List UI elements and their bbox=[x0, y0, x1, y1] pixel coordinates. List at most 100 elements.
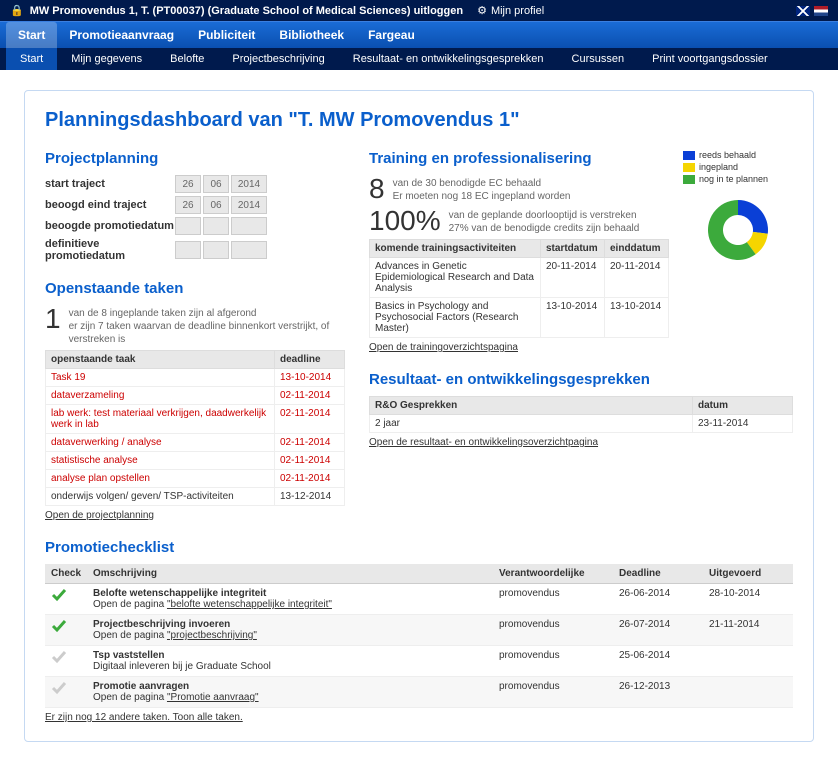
table-row[interactable]: Task 1913-10-2014 bbox=[46, 369, 345, 387]
nav2-tab[interactable]: Mijn gegevens bbox=[57, 48, 156, 70]
who-cell: promovendus bbox=[493, 584, 613, 615]
nav1-tab-fargeau[interactable]: Fargeau bbox=[356, 22, 427, 48]
legend-label: reeds behaald bbox=[699, 150, 756, 160]
task-name: statistische analyse bbox=[46, 452, 275, 470]
profile-link[interactable]: ⚙ Mijn profiel bbox=[477, 4, 544, 17]
nav1-tab-bibliotheek[interactable]: Bibliotheek bbox=[267, 22, 356, 48]
nav1-tab-start[interactable]: Start bbox=[6, 22, 57, 48]
nav2-tab[interactable]: Resultaat- en ontwikkelingsgesprekken bbox=[339, 48, 558, 70]
open-tasks-text: van de 8 ingeplande taken zijn al afgero… bbox=[69, 305, 345, 346]
exec-cell: 21-11-2014 bbox=[703, 615, 793, 646]
nav2-tab[interactable]: Belofte bbox=[156, 48, 218, 70]
checklist-link[interactable]: "Promotie aanvraag" bbox=[167, 692, 259, 703]
who-cell: promovendus bbox=[493, 646, 613, 677]
table-row[interactable]: dataverzameling02-11-2014 bbox=[46, 387, 345, 405]
open-tasks-table: openstaande taak deadline Task 1913-10-2… bbox=[45, 350, 345, 506]
open-ro-link[interactable]: Open de resultaat- en ontwikkelingsoverz… bbox=[369, 437, 598, 448]
activity-end: 13-10-2014 bbox=[605, 298, 669, 338]
nav2-tab[interactable]: Cursussen bbox=[558, 48, 639, 70]
desc-cell: Promotie aanvragenOpen de pagina "Promot… bbox=[87, 677, 493, 708]
donut-slice bbox=[738, 200, 768, 234]
date-year[interactable]: 2014 bbox=[231, 196, 267, 214]
table-row[interactable]: onderwijs volgen/ geven/ TSP-activiteite… bbox=[46, 488, 345, 506]
col-ro: R&O Gesprekken bbox=[370, 397, 693, 415]
table-row[interactable]: lab werk: test materiaal verkrijgen, daa… bbox=[46, 405, 345, 434]
training-pct-text: van de geplande doorlooptijd is verstrek… bbox=[449, 207, 640, 235]
task-deadline: 13-10-2014 bbox=[275, 369, 345, 387]
nav2-tab[interactable]: Projectbeschrijving bbox=[218, 48, 338, 70]
date-year[interactable] bbox=[231, 217, 267, 235]
table-row[interactable]: Advances in Genetic Epidemiological Rese… bbox=[370, 258, 669, 298]
open-tasks-count: 1 bbox=[45, 305, 61, 333]
col-start: startdatum bbox=[541, 240, 605, 258]
task-deadline: 02-11-2014 bbox=[275, 387, 345, 405]
activity-start: 13-10-2014 bbox=[541, 298, 605, 338]
date-year[interactable] bbox=[231, 241, 267, 259]
nav1-tab-promotieaanvraag[interactable]: Promotieaanvraag bbox=[57, 22, 186, 48]
legend-label: nog in te plannen bbox=[699, 174, 768, 184]
checklist-col: Uitgevoerd bbox=[703, 564, 793, 584]
table-row[interactable]: dataverwerking / analyse02-11-2014 bbox=[46, 434, 345, 452]
col-activity: komende trainingsactiviteiten bbox=[370, 240, 541, 258]
table-row[interactable]: statistische analyse02-11-2014 bbox=[46, 452, 345, 470]
task-name: onderwijs volgen/ geven/ TSP-activiteite… bbox=[46, 488, 275, 506]
open-projectplanning-link[interactable]: Open de projectplanning bbox=[45, 510, 154, 521]
page-title: Planningsdashboard van "T. MW Promovendu… bbox=[45, 109, 793, 132]
training-donut-chart bbox=[683, 190, 793, 273]
secondary-nav: StartMijn gegevensBelofteProjectbeschrij… bbox=[0, 48, 838, 70]
open-training-link[interactable]: Open de trainingoverzichtspagina bbox=[369, 342, 518, 353]
flag-uk-icon[interactable] bbox=[796, 6, 810, 16]
date-day[interactable]: 26 bbox=[175, 175, 201, 193]
table-row[interactable]: Basics in Psychology and Psychosocial Fa… bbox=[370, 298, 669, 338]
checklist-heading: Promotiechecklist bbox=[45, 539, 793, 556]
col-deadline: deadline bbox=[275, 351, 345, 369]
nav1-tab-publiciteit[interactable]: Publiciteit bbox=[186, 22, 267, 48]
table-row[interactable]: 2 jaar23-11-2014 bbox=[370, 415, 793, 433]
date-month[interactable]: 06 bbox=[203, 196, 229, 214]
flag-nl-icon[interactable] bbox=[814, 6, 828, 16]
check-cell bbox=[45, 615, 87, 646]
training-ec-num: 8 bbox=[369, 175, 385, 203]
activity-name: Basics in Psychology and Psychosocial Fa… bbox=[370, 298, 541, 338]
checklist-row: Belofte wetenschappelijke integriteitOpe… bbox=[45, 584, 793, 615]
desc-cell: Belofte wetenschappelijke integriteitOpe… bbox=[87, 584, 493, 615]
deadline-cell: 26-12-2013 bbox=[613, 677, 703, 708]
training-ec-text: van de 30 benodigde EC behaaldEr moeten … bbox=[393, 175, 571, 203]
exec-cell bbox=[703, 646, 793, 677]
task-name: Task 19 bbox=[46, 369, 275, 387]
nav2-tab[interactable]: Print voortgangsdossier bbox=[638, 48, 782, 70]
plan-row: definitieve promotiedatum bbox=[45, 238, 345, 262]
date-day[interactable] bbox=[175, 241, 201, 259]
checklist-link[interactable]: "belofte wetenschappelijke integriteit" bbox=[167, 599, 332, 610]
date-year[interactable]: 2014 bbox=[231, 175, 267, 193]
checklist-col: Deadline bbox=[613, 564, 703, 584]
nav2-tab[interactable]: Start bbox=[6, 48, 57, 70]
date-month[interactable] bbox=[203, 241, 229, 259]
date-month[interactable] bbox=[203, 217, 229, 235]
task-deadline: 02-11-2014 bbox=[275, 405, 345, 434]
topbar-title: MW Promovendus 1, T. (PT00037) (Graduate… bbox=[30, 5, 463, 17]
who-cell: promovendus bbox=[493, 615, 613, 646]
chart-legend: reeds behaaldingeplandnog in te plannen bbox=[683, 150, 793, 184]
plan-label: beoogde promotiedatum bbox=[45, 220, 175, 232]
checklist-link[interactable]: "projectbeschrijving" bbox=[167, 630, 257, 641]
lock-icon: 🔒 bbox=[10, 4, 24, 17]
plan-label: beoogd eind traject bbox=[45, 199, 175, 211]
check-cell bbox=[45, 646, 87, 677]
task-deadline: 13-12-2014 bbox=[275, 488, 345, 506]
date-day[interactable]: 26 bbox=[175, 196, 201, 214]
date-day[interactable] bbox=[175, 217, 201, 235]
primary-nav: StartPromotieaanvraagPubliciteitBiblioth… bbox=[0, 21, 838, 48]
col-task: openstaande taak bbox=[46, 351, 275, 369]
col-end: einddatum bbox=[605, 240, 669, 258]
col-ro-date: datum bbox=[693, 397, 793, 415]
language-flags bbox=[796, 6, 828, 16]
date-month[interactable]: 06 bbox=[203, 175, 229, 193]
activity-start: 20-11-2014 bbox=[541, 258, 605, 298]
task-deadline: 02-11-2014 bbox=[275, 452, 345, 470]
activity-end: 20-11-2014 bbox=[605, 258, 669, 298]
show-all-tasks-link[interactable]: Er zijn nog 12 andere taken. Toon alle t… bbox=[45, 712, 243, 723]
table-row[interactable]: analyse plan opstellen02-11-2014 bbox=[46, 470, 345, 488]
ro-heading: Resultaat- en ontwikkelingsgesprekken bbox=[369, 371, 793, 388]
plan-label: definitieve promotiedatum bbox=[45, 238, 175, 262]
